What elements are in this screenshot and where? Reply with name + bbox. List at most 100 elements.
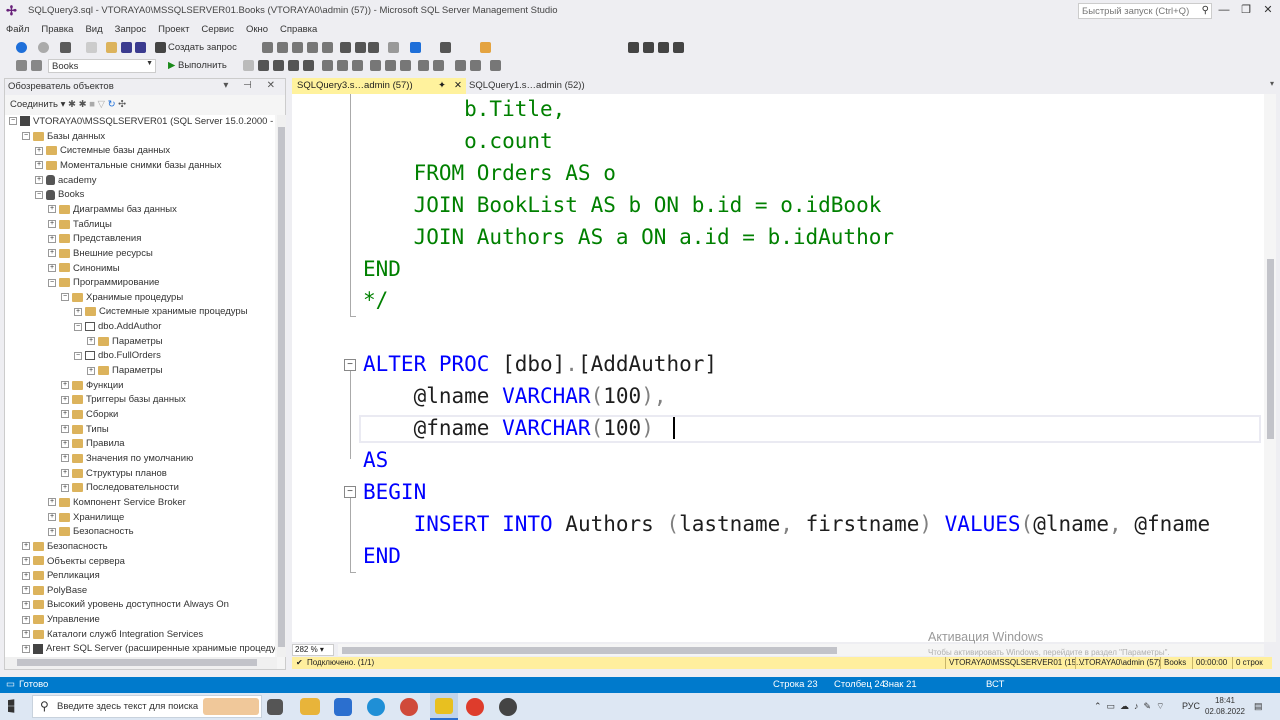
uncomment-icon[interactable] [433,60,444,71]
refresh-icon[interactable]: ↻ [108,99,119,110]
expand-icon[interactable]: + [74,307,82,316]
cut-icon[interactable] [340,42,351,53]
collapse-begin-icon[interactable]: − [344,486,356,498]
decrease-indent-icon[interactable] [455,60,466,71]
tree-item[interactable]: + Внешние ресурсы [48,247,153,261]
collapse-icon[interactable]: − [61,293,69,302]
menu-item[interactable]: Правка [35,22,79,35]
database-dropdown[interactable]: Books ▼ [48,59,156,73]
expand-icon[interactable]: + [22,571,30,580]
scroll-thumb[interactable] [342,647,837,654]
expand-icon[interactable]: + [61,410,69,419]
expand-icon[interactable]: + [48,205,56,214]
disconnect-icon[interactable]: ✱ [79,99,90,110]
close-tab-icon[interactable]: ✕ [454,78,462,94]
activity-monitor-icon[interactable]: ✣ [118,99,126,110]
include-plan-icon[interactable] [322,60,333,71]
close-window-button[interactable]: ✕ [1258,2,1278,18]
expand-icon[interactable]: + [48,220,56,229]
parse-icon[interactable] [258,60,269,71]
tree-item[interactable]: + Типы [61,423,109,437]
collapse-icon[interactable]: − [74,351,82,360]
tree-item[interactable]: − Базы данных [22,130,105,144]
new-file-icon[interactable] [86,42,97,53]
tree-item[interactable]: + Значения по умолчанию [61,452,193,466]
tree-item[interactable]: + Параметры [87,335,163,349]
filter-icon[interactable]: ▽ [98,99,108,110]
expand-icon[interactable]: + [61,381,69,390]
tree-item[interactable]: + Репликация [22,569,100,583]
collapse-icon[interactable]: − [22,132,30,141]
file-explorer-icon[interactable] [300,698,320,715]
expand-icon[interactable]: + [22,630,30,639]
display-plan-icon[interactable] [273,60,284,71]
tab-list-dropdown-icon[interactable]: ▾ [1270,79,1274,88]
menu-item[interactable]: Файл [0,22,35,35]
expand-icon[interactable]: + [35,161,43,170]
query-mdx-icon[interactable] [262,42,273,53]
tree-item[interactable]: + Безопасность [22,540,108,554]
expand-icon[interactable]: + [48,263,56,272]
tree-item[interactable]: − Books [35,188,84,202]
expand-icon[interactable]: + [48,498,56,507]
copy-icon[interactable] [355,42,366,53]
client-stats-icon[interactable] [352,60,363,71]
results-file-icon[interactable] [400,60,411,71]
query-designer-icon[interactable] [288,60,299,71]
debug-icon[interactable] [480,42,491,53]
connect-button[interactable]: Соединить [10,99,58,110]
expand-icon[interactable]: + [61,454,69,463]
tree-item[interactable]: + Функции [61,379,123,393]
tree-item[interactable]: + Каталоги служб Integration Services [22,628,203,642]
expand-icon[interactable]: + [61,439,69,448]
chevron-down-icon[interactable]: ▾ [61,99,68,110]
edge-icon[interactable] [367,698,385,716]
tree-item[interactable]: + Представления [48,232,141,246]
expand-icon[interactable]: + [61,425,69,434]
results-text-icon[interactable] [370,60,381,71]
scroll-thumb[interactable] [17,659,257,666]
tree-item[interactable]: − dbo.AddAuthor [74,320,161,334]
tray-icons[interactable]: ⌃ ▭ ☁ ♪ ✎ ⌔ [1094,693,1165,720]
tree-item[interactable]: + Таблицы [48,218,112,232]
collapse-icon[interactable]: − [48,278,56,287]
collapse-icon[interactable]: − [74,322,82,331]
save-all-icon[interactable] [135,42,146,53]
collapse-icon[interactable]: − [35,190,43,199]
tree-item[interactable]: + Параметры [87,364,163,378]
query-dmx-icon[interactable] [277,42,288,53]
tree-item[interactable]: + Системные базы данных [35,144,170,158]
query-analysis-icon[interactable] [322,42,333,53]
language-indicator[interactable]: РУС [1182,693,1200,720]
expand-icon[interactable]: + [22,600,30,609]
tree-item[interactable]: + Системные хранимые процедуры [74,305,248,319]
notifications-icon[interactable]: ▤ [1254,693,1263,720]
chrome-icon[interactable] [466,698,484,716]
new-query-icon[interactable] [155,42,166,53]
query-dax-icon[interactable] [307,42,318,53]
tree-item[interactable]: + Управление [22,613,100,627]
minimize-button[interactable]: — [1214,2,1234,18]
expand-icon[interactable]: + [35,146,43,155]
stop-icon[interactable]: ■ [89,99,97,110]
specify-values-icon[interactable] [490,60,501,71]
maximize-button[interactable]: ❐ [1236,2,1256,18]
tree-item[interactable]: + Безопасность [48,525,134,539]
expand-icon[interactable]: + [48,527,56,536]
collapse-icon[interactable]: − [9,117,17,126]
tree-item[interactable]: + Диаграммы баз данных [48,203,177,217]
expand-icon[interactable]: + [22,644,30,653]
tree-item[interactable]: + Высокий уровень доступности Always On [22,598,229,612]
paste-icon[interactable] [368,42,379,53]
tree-item[interactable]: + PolyBase [22,584,87,598]
filter-icon[interactable] [440,42,451,53]
quick-launch-input[interactable]: Быстрый запуск (Ctrl+Q) ⚲ [1078,3,1212,19]
object-explorer-icon[interactable] [673,42,684,53]
scroll-thumb[interactable] [278,127,285,647]
redo-icon[interactable] [410,42,421,53]
query-xmla-icon[interactable] [292,42,303,53]
menu-item[interactable]: Проект [152,22,195,35]
new-query-button[interactable]: Создать запрос [168,42,237,53]
tree-item[interactable]: + Последовательности [61,481,179,495]
results-grid-icon[interactable] [303,60,314,71]
